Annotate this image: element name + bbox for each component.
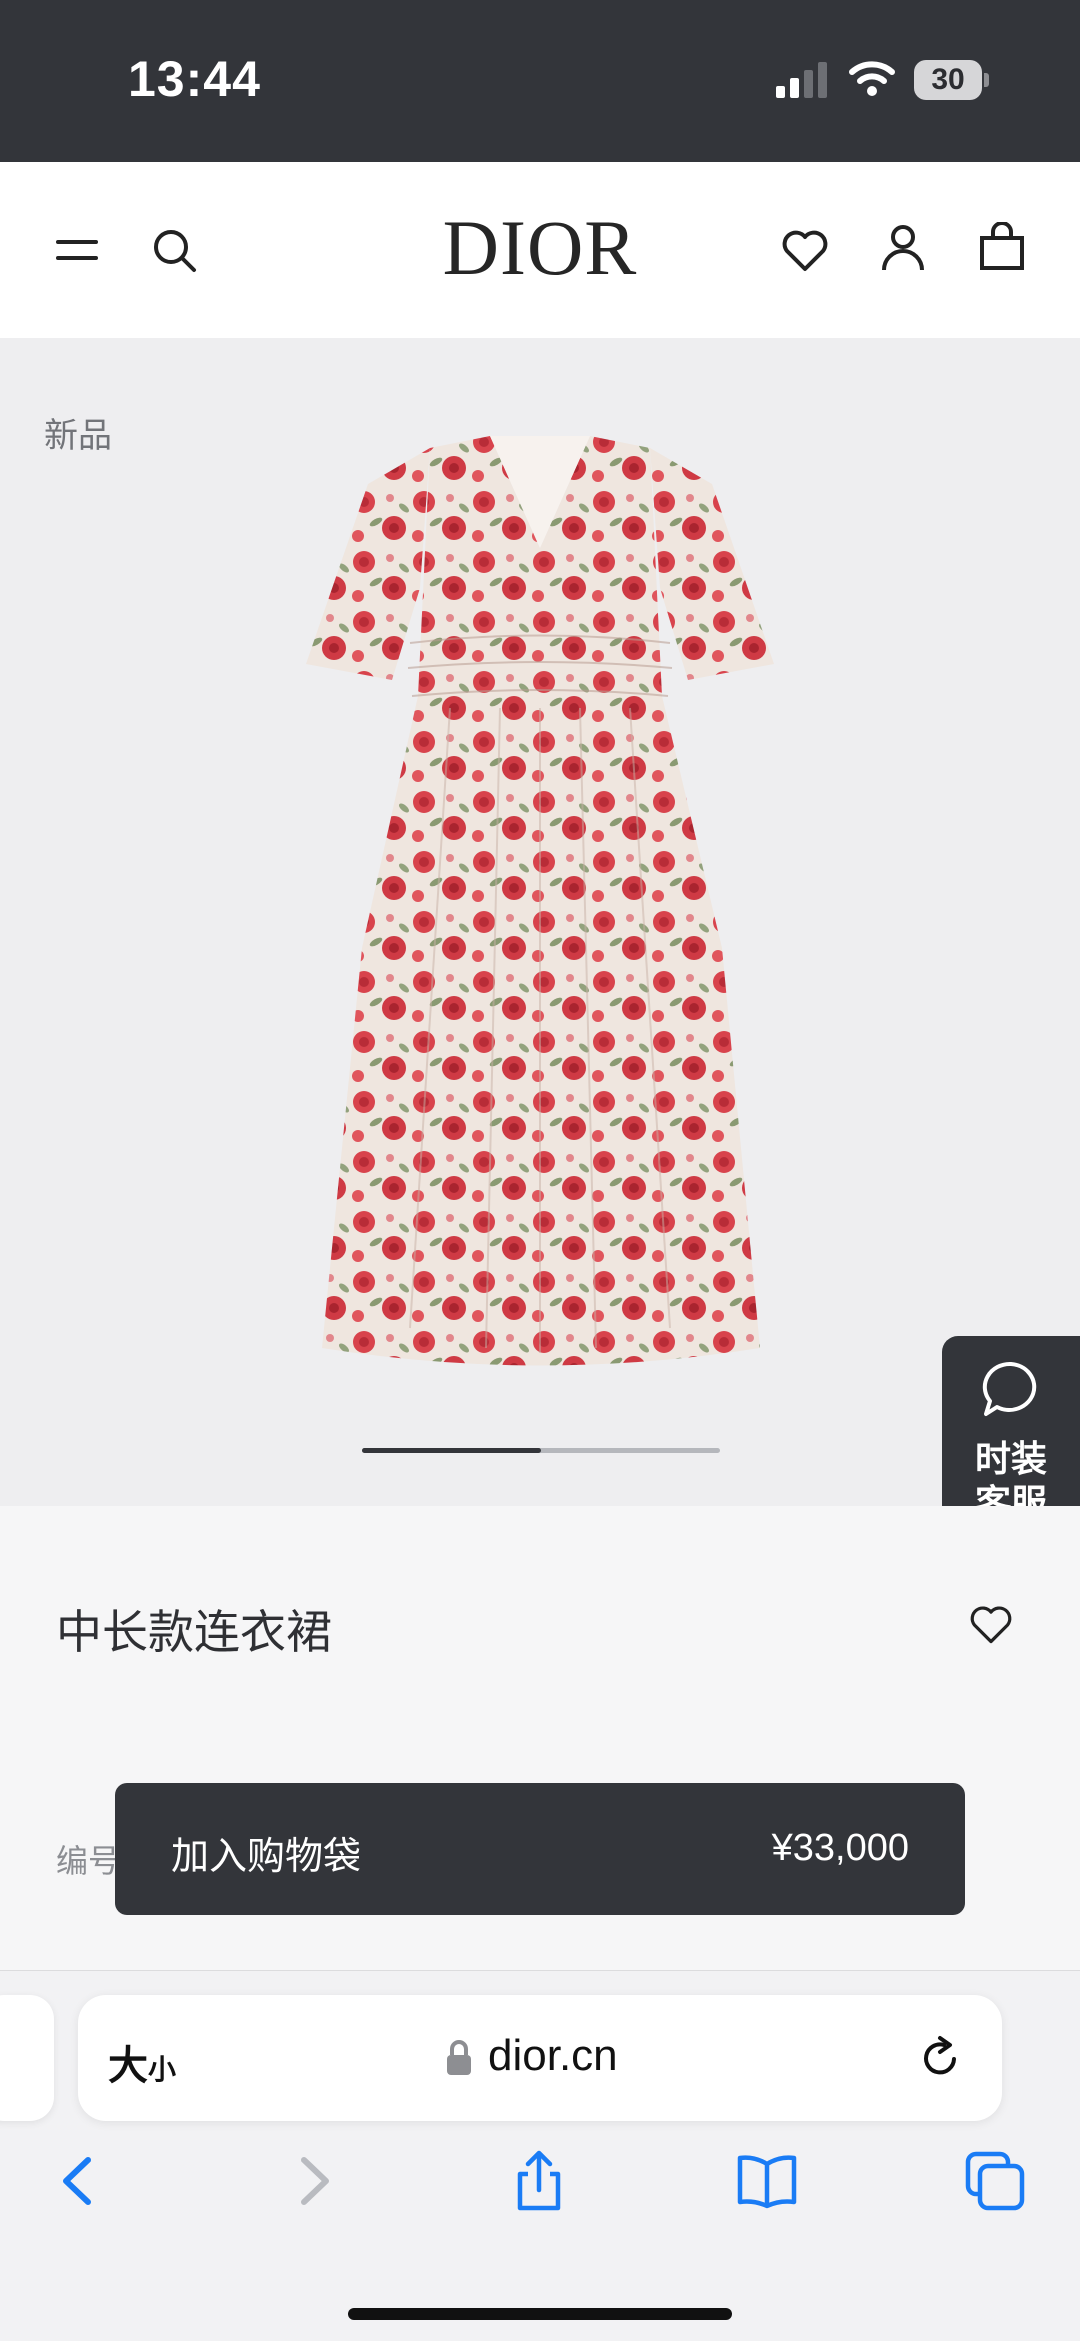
text-size-big: 大 — [108, 2044, 148, 2088]
status-time: 13:44 — [128, 51, 261, 107]
new-badge: 新品 — [44, 416, 112, 456]
text-size-small: 小 — [148, 2054, 177, 2085]
wishlist-heart-icon[interactable] — [968, 1602, 1014, 1648]
product-title: 中长款连衣裙 — [56, 1605, 332, 1659]
back-icon[interactable] — [46, 2148, 112, 2214]
heart-icon[interactable] — [780, 226, 830, 276]
reference-label: 编号 — [56, 1842, 121, 1880]
product-price: ¥33,000 — [771, 1827, 909, 1869]
add-to-bag-button[interactable]: 加入购物袋 ¥33,000 — [115, 1783, 965, 1915]
previous-tab-preview[interactable] — [0, 1995, 54, 2121]
battery-indicator: 30 — [914, 60, 989, 100]
account-icon[interactable] — [878, 222, 928, 272]
url-text: dior.cn — [488, 2031, 618, 2080]
address-bar[interactable]: 大小 dior.cn — [78, 1995, 1002, 2121]
site-header: DIOR — [0, 162, 1080, 338]
shopping-bag-icon[interactable] — [977, 222, 1027, 272]
cellular-signal-icon — [776, 62, 827, 98]
battery-cap — [984, 73, 989, 87]
text-size-button[interactable]: 大小 — [108, 2033, 176, 2091]
wifi-icon — [849, 61, 895, 96]
service-label-line1: 时装 — [974, 1439, 1047, 1480]
reload-icon[interactable] — [918, 2035, 964, 2081]
add-to-bag-label: 加入购物袋 — [171, 1834, 362, 1878]
chat-bubble-icon — [982, 1361, 1037, 1416]
product-media[interactable]: 新品 — [0, 338, 1080, 1506]
status-bar: 13:44 30 — [0, 0, 1080, 162]
forward-icon[interactable] — [280, 2148, 346, 2214]
product-image[interactable] — [290, 428, 790, 1438]
share-icon[interactable] — [506, 2148, 572, 2214]
bookmarks-icon[interactable] — [734, 2148, 800, 2214]
carousel-progress — [362, 1448, 541, 1453]
lock-icon — [447, 2040, 471, 2075]
home-indicator — [348, 2308, 732, 2320]
battery-level: 30 — [914, 60, 982, 100]
tabs-icon[interactable] — [962, 2148, 1028, 2214]
image-carousel-indicator[interactable] — [362, 1448, 720, 1453]
